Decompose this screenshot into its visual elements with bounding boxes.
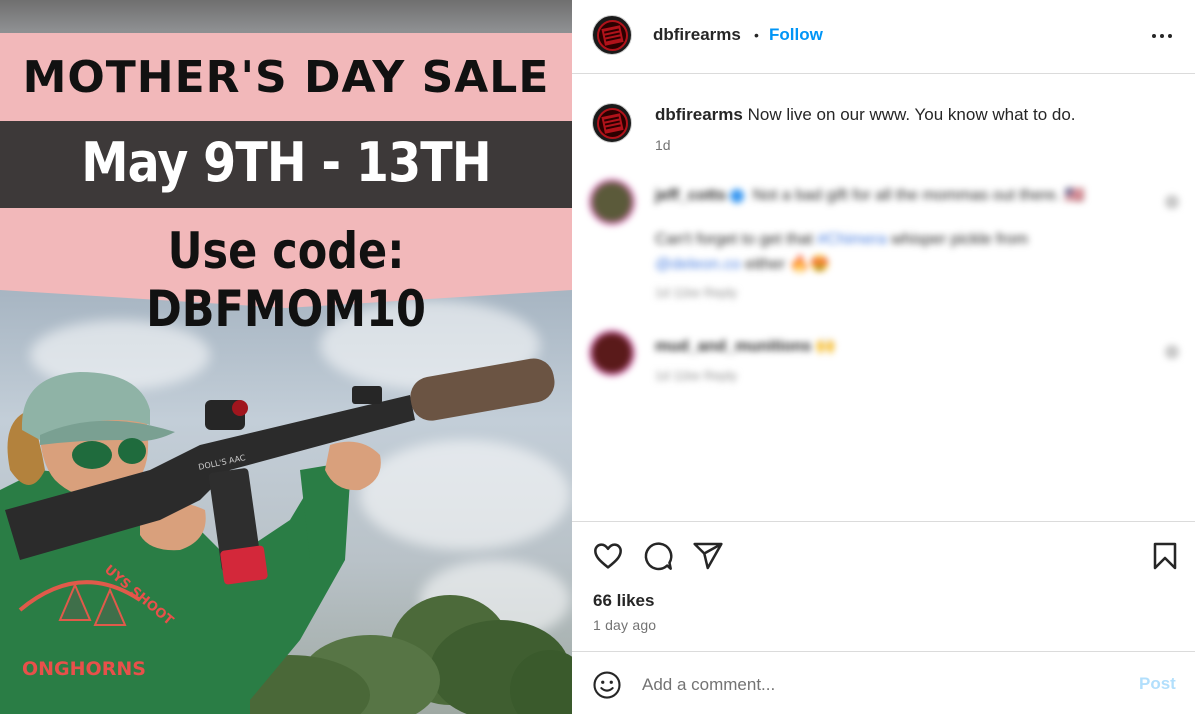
comment-icon[interactable] — [642, 540, 674, 572]
comment-like-icon[interactable] — [1165, 345, 1179, 359]
comment-text: 🙌 — [811, 338, 836, 355]
caption-username[interactable]: dbfirearms — [655, 105, 743, 124]
header-username[interactable]: dbfirearms — [653, 25, 741, 45]
avatar[interactable] — [592, 15, 632, 55]
comment-input[interactable] — [642, 672, 1122, 698]
promo-code: Use code: DBFMOM10 — [146, 222, 426, 338]
heart-icon[interactable] — [592, 540, 624, 572]
comment-text-2: Can't forget to get that — [655, 231, 818, 248]
comment-meta[interactable]: 1d 11ke Reply — [655, 285, 737, 300]
comment-text: Not a bad gift for all the mommas out th… — [748, 187, 1085, 204]
caption-text: Now live on our www. You know what to do… — [742, 105, 1076, 124]
sale-title: MOTHER'S DAY SALE — [22, 52, 550, 103]
caption-age: 1d — [655, 137, 671, 153]
post-header: dbfirearms • Follow — [572, 0, 1195, 74]
shirt-text: ONGHORNS — [22, 658, 146, 680]
comment-text-2b: whisper pickle from — [886, 231, 1028, 248]
mention-link[interactable]: @deleon.co — [655, 256, 741, 273]
comment-line-1: jeff_cotts Not a bad gift for all the mo… — [655, 185, 1085, 205]
post-side-panel: dbfirearms • Follow dbfirearms Now live … — [572, 0, 1195, 714]
comment-like-icon[interactable] — [1165, 195, 1179, 209]
follow-button[interactable]: Follow — [769, 25, 823, 45]
post-button[interactable]: Post — [1139, 674, 1176, 694]
add-comment-bar: Post — [572, 651, 1195, 714]
comment-avatar[interactable] — [592, 333, 632, 373]
emoji-icon[interactable] — [592, 670, 622, 700]
bookmark-icon[interactable] — [1149, 540, 1181, 572]
post-actions: 66 likes 1 day ago — [572, 521, 1195, 651]
comment-line-3: @deleon.co either 🔥😍 — [655, 254, 829, 274]
comment-text-3: either 🔥😍 — [740, 256, 830, 273]
comment-avatar[interactable] — [592, 182, 632, 222]
caption: dbfirearms Now live on our www. You know… — [655, 105, 1076, 125]
separator-dot: • — [754, 27, 759, 43]
more-options-icon[interactable] — [1150, 24, 1174, 48]
likes-count[interactable]: 66 likes — [593, 591, 654, 611]
hashtag-link[interactable]: #Chimera — [817, 231, 886, 248]
caption-avatar[interactable] — [592, 103, 632, 143]
sale-dates: May 9TH - 13TH — [81, 131, 491, 194]
comment-username[interactable]: jeff_cotts — [655, 187, 726, 204]
share-icon[interactable] — [692, 540, 724, 572]
post-time[interactable]: 1 day ago — [593, 617, 656, 633]
comment-line-1: mud_and_munitions 🙌 — [655, 336, 836, 356]
comment-meta[interactable]: 1d 11ke Reply — [655, 368, 737, 383]
comment-line-2: Can't forget to get that #Chimera whispe… — [655, 231, 1028, 249]
post-image[interactable]: MOTHER'S DAY SALE May 9TH - 13TH Use cod… — [0, 0, 572, 714]
verified-icon — [730, 188, 745, 203]
comment-username[interactable]: mud_and_munitions — [655, 338, 811, 355]
